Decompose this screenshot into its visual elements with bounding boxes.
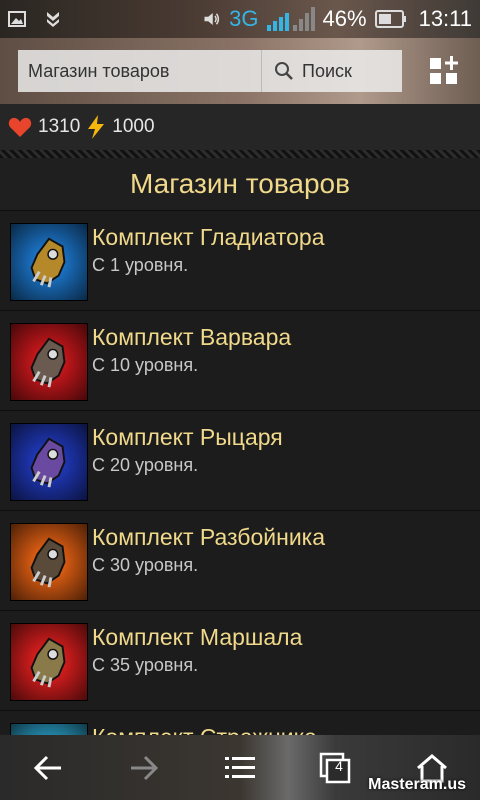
arrow-left-icon	[33, 755, 61, 780]
item-level: С 1 уровня.	[92, 255, 189, 275]
shop-item-list: Комплект Гладиатора С 1 уровня. Комплект…	[0, 210, 480, 735]
back-button[interactable]	[18, 743, 78, 793]
item-thumbnail	[10, 323, 88, 401]
browser-toolbar: Магазин товаров Поиск	[0, 38, 480, 104]
item-thumbnail	[10, 423, 88, 501]
resource-bar: 1310 1000	[0, 104, 480, 150]
item-name[interactable]: Комплект Рыцаря	[92, 422, 283, 452]
search-label: Поиск	[302, 60, 352, 81]
gallery-icon	[8, 10, 26, 28]
add-tab-button[interactable]	[430, 56, 460, 86]
list-item[interactable]: Комплект Маршала С 35 уровня.	[0, 610, 480, 710]
status-bar: 3G 46% 13:11	[0, 0, 480, 38]
list-item[interactable]: Комплект Стражника	[0, 710, 480, 735]
list-menu-icon	[225, 756, 255, 778]
item-name[interactable]: Комплект Разбойника	[92, 522, 325, 552]
item-thumbnail	[10, 623, 88, 701]
item-level: С 20 уровня.	[92, 455, 199, 475]
item-name[interactable]: Комплект Гладиатора	[92, 222, 325, 252]
volume-icon	[203, 10, 221, 28]
page-title-field[interactable]: Магазин товаров	[18, 50, 262, 92]
item-name[interactable]: Комплект Стражника	[92, 722, 317, 735]
item-thumbnail	[10, 723, 88, 735]
item-name[interactable]: Комплект Варвара	[92, 322, 291, 352]
search-icon	[275, 62, 293, 80]
divider	[0, 150, 480, 158]
item-level: С 35 уровня.	[92, 655, 199, 675]
signal-icon	[266, 7, 315, 31]
health-value: 1310	[38, 116, 81, 137]
energy-value: 1000	[112, 116, 155, 137]
page-title: Магазин товаров	[0, 158, 480, 210]
watermark: Masteram.us	[368, 776, 466, 793]
grid-plus-icon	[430, 56, 458, 84]
address-bar[interactable]: Магазин товаров Поиск	[18, 50, 402, 92]
gauntlet-icon	[30, 537, 66, 588]
gauntlet-icon	[30, 237, 66, 288]
gauntlet-icon	[30, 437, 66, 488]
tab-count: 4	[335, 757, 343, 774]
list-item[interactable]: Комплект Рыцаря С 20 уровня.	[0, 410, 480, 510]
arrow-right-icon	[131, 755, 159, 780]
menu-button[interactable]	[210, 743, 270, 793]
search-button[interactable]: Поиск	[262, 50, 402, 92]
download-icon	[44, 10, 62, 28]
item-name[interactable]: Комплект Маршала	[92, 622, 302, 652]
item-thumbnail	[10, 523, 88, 601]
item-level: С 30 уровня.	[92, 555, 199, 575]
network-type: 3G	[229, 6, 259, 31]
item-thumbnail	[10, 223, 88, 301]
clock: 13:11	[418, 6, 472, 31]
list-item[interactable]: Комплект Варвара С 10 уровня.	[0, 310, 480, 410]
forward-button[interactable]	[114, 743, 174, 793]
item-level: С 10 уровня.	[92, 355, 199, 375]
tabs-button[interactable]: 4	[306, 743, 366, 793]
list-item[interactable]: Комплект Гладиатора С 1 уровня.	[0, 210, 480, 310]
battery-percent: 46%	[322, 6, 367, 31]
list-item[interactable]: Комплект Разбойника С 30 уровня.	[0, 510, 480, 610]
lightning-icon	[88, 115, 105, 139]
gauntlet-icon	[30, 337, 66, 388]
battery-icon	[374, 10, 407, 28]
heart-icon	[8, 117, 32, 137]
app-screen: 3G 46% 13:11 Магазин товаров Поиск 1310	[0, 0, 480, 800]
gauntlet-icon	[30, 637, 66, 688]
